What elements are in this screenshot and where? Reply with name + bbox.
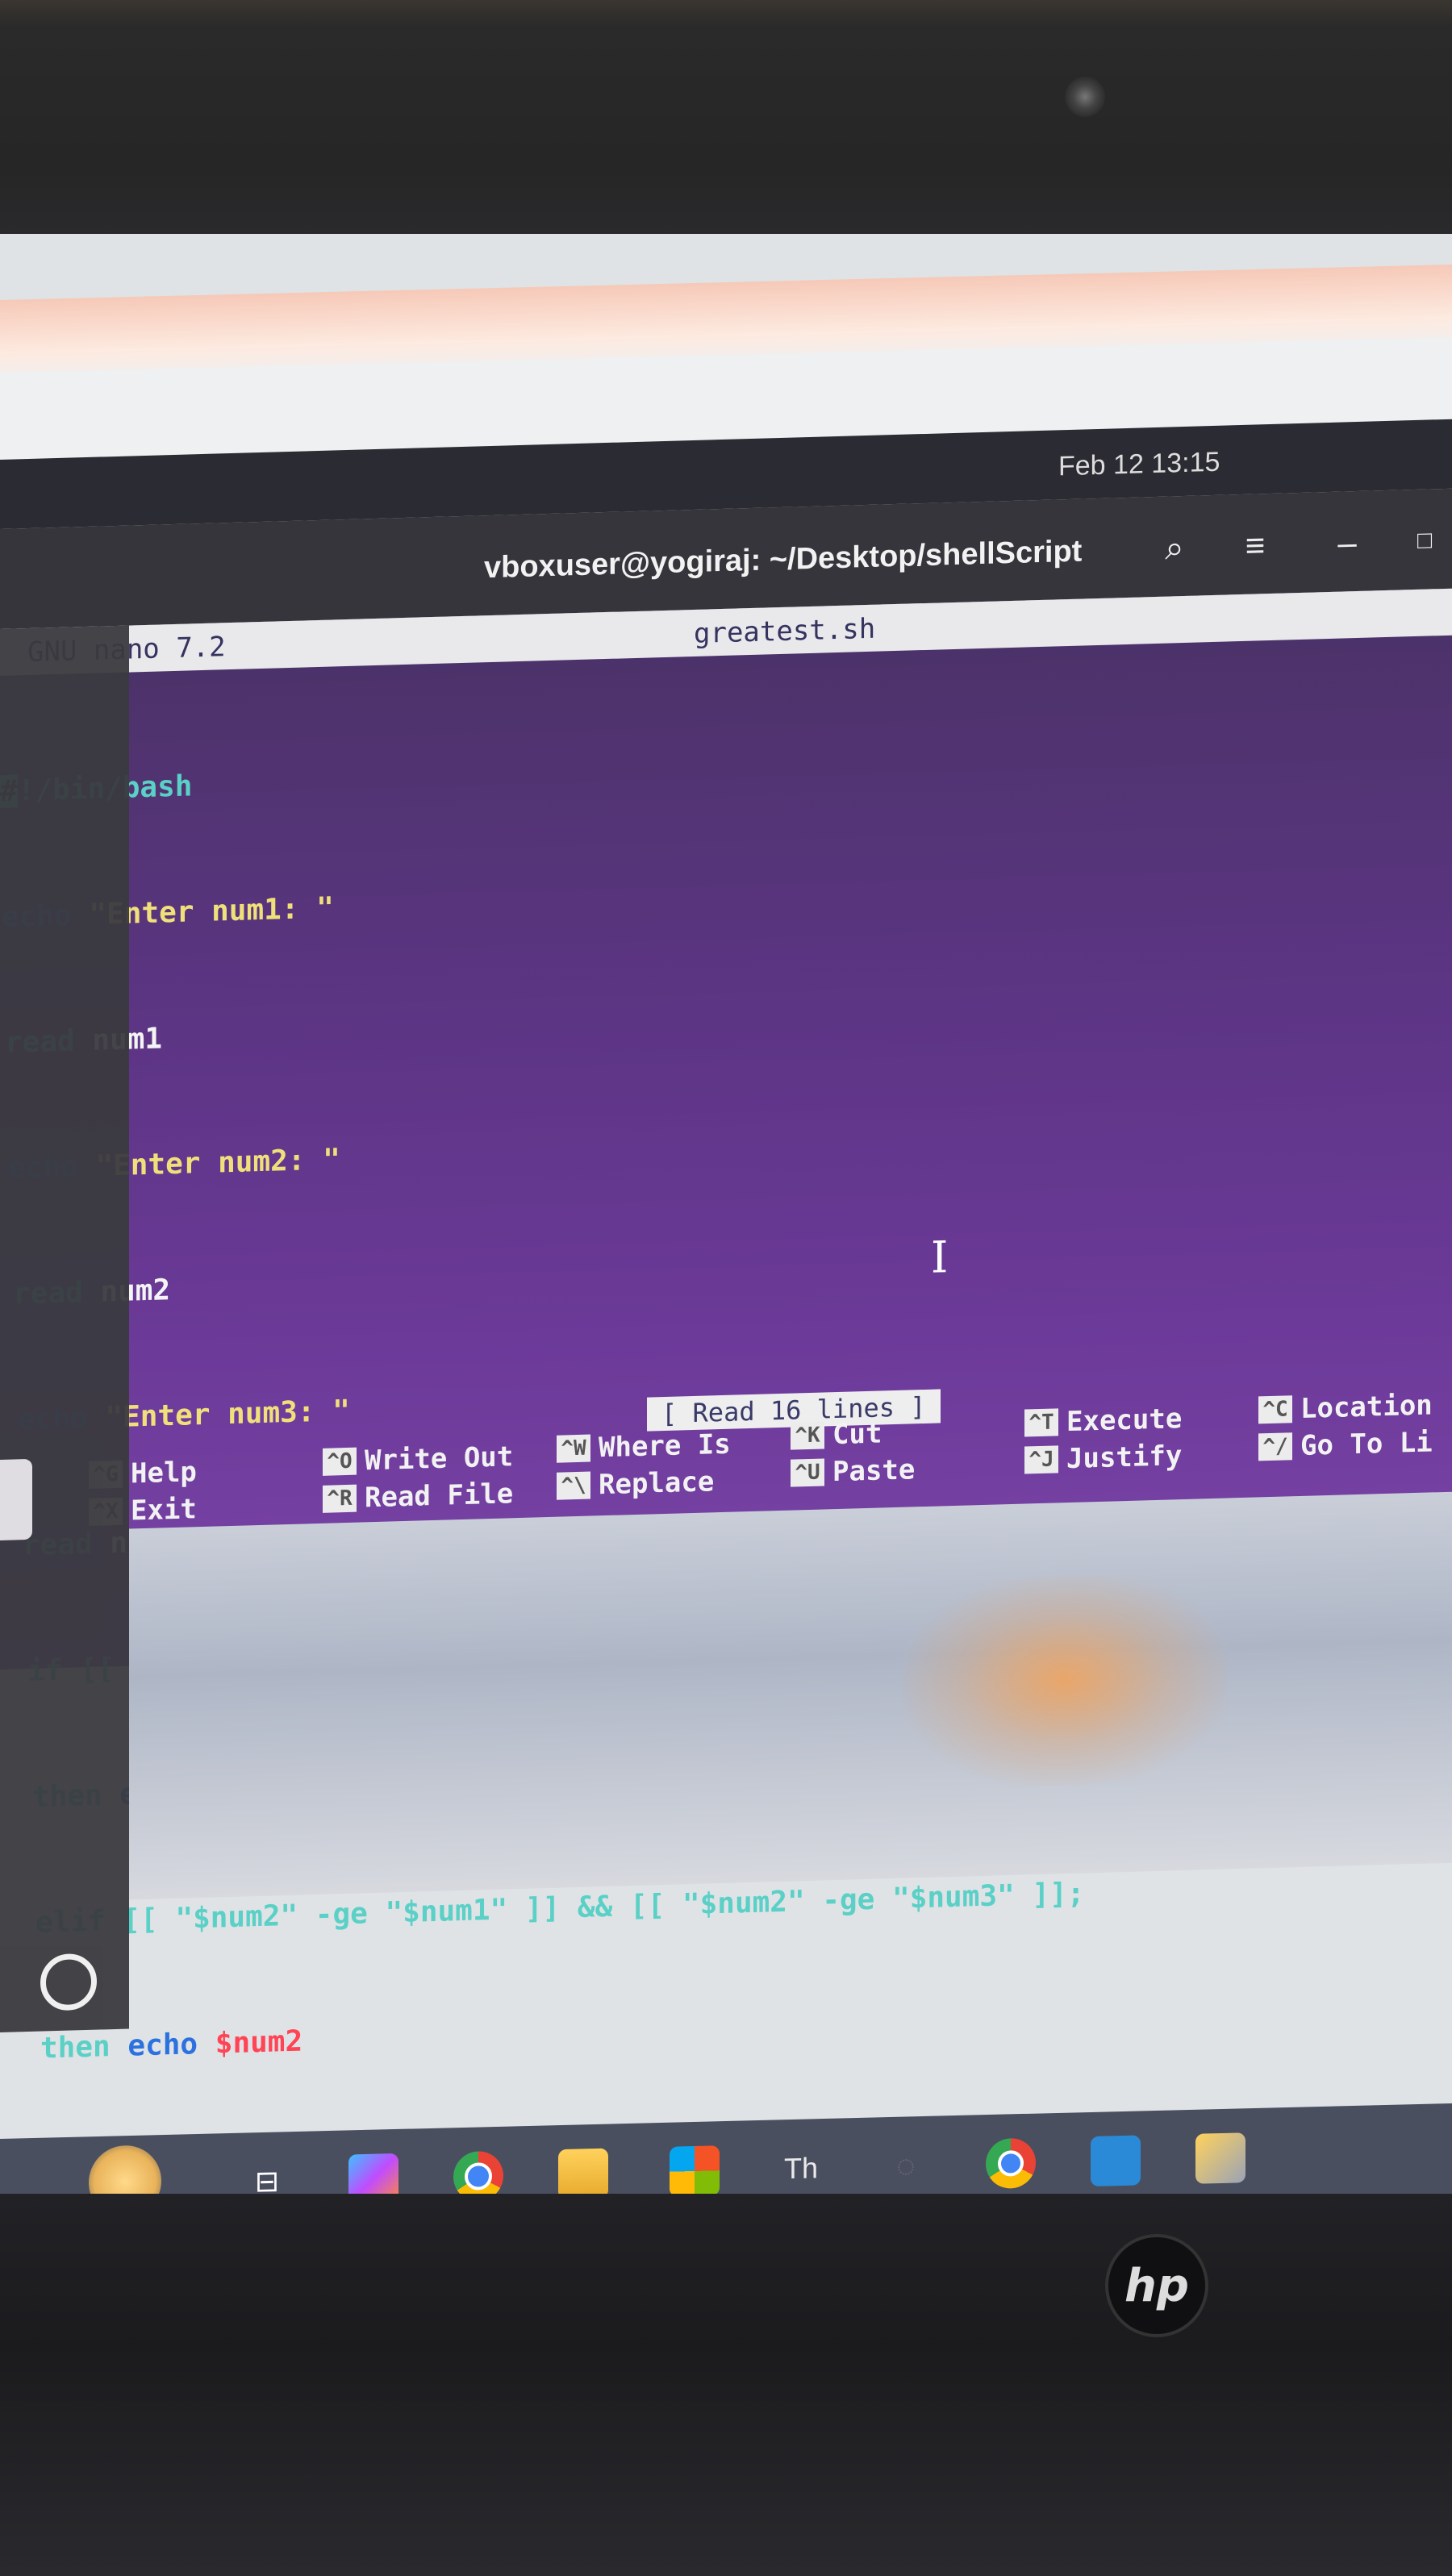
shortcut-replace[interactable]: ^\ Replace	[557, 1465, 714, 1502]
chrome-profile-icon[interactable]	[986, 2137, 1036, 2190]
file-explorer-icon[interactable]	[558, 2148, 608, 2200]
virtualbox-icon[interactable]	[1091, 2135, 1141, 2186]
code-line[interactable]: read num1	[0, 992, 1084, 1065]
shortcut-execute[interactable]: ^T Execute	[1024, 1403, 1182, 1439]
shortcut-read-file[interactable]: ^R Read File	[323, 1478, 513, 1515]
maximize-icon[interactable]: □	[1400, 516, 1449, 566]
shortcut-where-is[interactable]: ^W Where Is	[557, 1428, 731, 1465]
webcam	[1065, 77, 1105, 117]
wallpaper-glow	[903, 1570, 1226, 1790]
code-line[interactable]: echo "Enter num1: "	[0, 866, 1084, 939]
shortcut-location[interactable]: ^C Location	[1258, 1389, 1433, 1426]
shortcut-cut[interactable]: ^K Cut	[791, 1417, 882, 1452]
laptop-bezel-bottom	[0, 2194, 1452, 2576]
clock[interactable]: Feb 12 13:15	[1058, 447, 1220, 483]
code-line[interactable]: echo "Enter num2: "	[0, 1118, 1084, 1190]
code-line[interactable]: #!/bin/bash	[0, 740, 1084, 813]
chrome-profile-center	[998, 2149, 1024, 2177]
shortcut-write-out[interactable]: ^O Write Out	[323, 1440, 513, 1478]
store-icon[interactable]	[670, 2145, 720, 2197]
code-line[interactable]: then echo $num2	[0, 1999, 1084, 2071]
search-icon[interactable]: ⌕	[1150, 523, 1199, 573]
shortcut-justify[interactable]: ^J Justify	[1024, 1440, 1182, 1476]
code-line[interactable]: read num2	[0, 1244, 1084, 1316]
menu-icon[interactable]: ≡	[1231, 521, 1279, 571]
dock-app-icon[interactable]	[0, 1458, 32, 1540]
search-icon[interactable]: ◌	[881, 2140, 931, 2192]
shortcut-paste[interactable]: ^U Paste	[791, 1453, 915, 1489]
hp-logo: hp	[1105, 2234, 1208, 2337]
window-title: vboxuser@yogiraj: ~/Desktop/shellScript	[484, 534, 1083, 586]
nano-filename: greatest.sh	[694, 612, 876, 650]
shortcut-go-to-line[interactable]: ^/Go To Li	[1258, 1426, 1433, 1463]
virtual-machine-display: Feb 12 13:15 vboxuser@yogiraj: ~/Desktop…	[0, 419, 1452, 2250]
laptop-bezel-top	[0, 0, 1452, 274]
minimize-icon[interactable]: –	[1323, 519, 1371, 569]
th-app-icon[interactable]: Th	[776, 2143, 826, 2195]
chrome-center	[465, 2162, 492, 2190]
laptop-screen: Feb 12 13:15 vboxuser@yogiraj: ~/Desktop…	[0, 234, 1452, 2250]
ubuntu-dock	[0, 625, 129, 2032]
ibeam-cursor-icon: I	[931, 1232, 949, 1283]
desktop-wallpaper	[129, 1491, 1452, 1900]
show-apps-icon[interactable]	[40, 1953, 97, 2011]
virtualbox-manager-icon[interactable]	[1195, 2132, 1245, 2184]
